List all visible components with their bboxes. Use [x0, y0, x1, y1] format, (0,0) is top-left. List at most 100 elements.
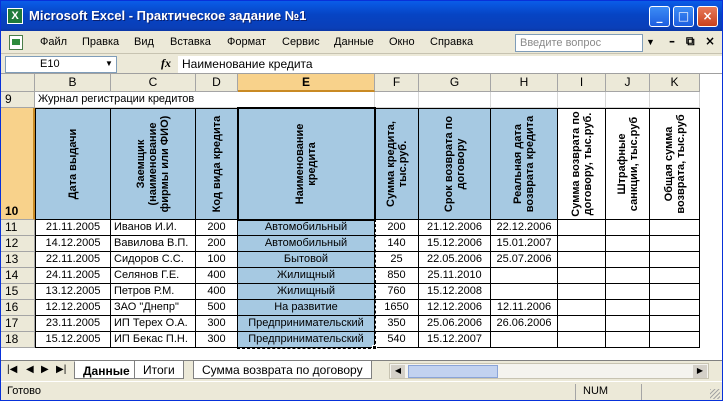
table-cell[interactable] — [606, 236, 650, 252]
column-header-c[interactable]: C — [111, 74, 196, 92]
table-cell[interactable]: 100 — [196, 252, 238, 268]
resize-grip-icon[interactable] — [710, 389, 720, 399]
row-header-14[interactable]: 14 — [1, 268, 35, 284]
column-header-h[interactable]: H — [491, 74, 558, 92]
table-cell[interactable] — [606, 332, 650, 348]
table-cell[interactable]: 12.12.2005 — [35, 300, 111, 316]
table-cell[interactable] — [606, 252, 650, 268]
title-bar[interactable]: X Microsoft Excel - Практическое задание… — [1, 1, 722, 31]
table-cell[interactable]: ИП Терех О.А. — [111, 316, 196, 332]
table-cell[interactable]: Вавилова В.П. — [111, 236, 196, 252]
table-cell[interactable]: 200 — [196, 236, 238, 252]
table-cell[interactable]: 200 — [196, 220, 238, 236]
empty-cell[interactable] — [375, 92, 419, 108]
first-sheet-icon[interactable]: |◀ — [7, 364, 17, 375]
menu-tools[interactable]: Сервис — [282, 36, 320, 48]
formula-input[interactable]: Наименование кредита — [178, 56, 722, 73]
column-title-b[interactable]: Дата выдачи — [35, 108, 111, 220]
table-cell[interactable] — [558, 252, 606, 268]
workbook-icon[interactable] — [9, 35, 23, 50]
row-header-12[interactable]: 12 — [1, 236, 35, 252]
table-cell[interactable]: Автомобильный — [238, 236, 375, 252]
row-header-13[interactable]: 13 — [1, 252, 35, 268]
table-cell[interactable]: 13.12.2005 — [35, 284, 111, 300]
scroll-right-icon[interactable]: ▶ — [693, 365, 707, 378]
row-header-9[interactable]: 9 — [1, 92, 35, 108]
row-header-18[interactable]: 18 — [1, 332, 35, 348]
column-title-f[interactable]: Сумма кредита, тыс.руб. — [375, 108, 419, 220]
fx-icon[interactable]: fx — [161, 56, 171, 71]
column-header-b[interactable]: B — [35, 74, 111, 92]
table-cell[interactable] — [650, 316, 700, 332]
table-cell[interactable] — [558, 220, 606, 236]
column-header-e[interactable]: E — [238, 74, 375, 92]
table-cell[interactable]: Предпринимательский — [238, 332, 375, 348]
next-sheet-icon[interactable]: ▶ — [41, 364, 49, 375]
column-title-e[interactable]: Наименование кредита — [238, 108, 375, 220]
table-cell[interactable]: 1650 — [375, 300, 419, 316]
table-cell[interactable] — [558, 316, 606, 332]
table-cell[interactable]: 540 — [375, 332, 419, 348]
row-header-16[interactable]: 16 — [1, 300, 35, 316]
table-cell[interactable]: 15.12.2008 — [419, 284, 491, 300]
table-cell[interactable] — [558, 300, 606, 316]
table-cell[interactable]: 200 — [375, 220, 419, 236]
table-cell[interactable]: 400 — [196, 268, 238, 284]
table-cell[interactable]: ИП Бекас П.Н. — [111, 332, 196, 348]
table-cell[interactable]: 21.12.2006 — [419, 220, 491, 236]
ask-dropdown-icon[interactable]: ▼ — [646, 37, 655, 47]
table-cell[interactable]: На развитие — [238, 300, 375, 316]
name-box[interactable]: E10 — [5, 56, 117, 73]
column-header-d[interactable]: D — [196, 74, 238, 92]
row-header-17[interactable]: 17 — [1, 316, 35, 332]
table-cell[interactable] — [650, 284, 700, 300]
row-header-11[interactable]: 11 — [1, 220, 35, 236]
table-cell[interactable]: Иванов И.И. — [111, 220, 196, 236]
column-header-k[interactable]: K — [650, 74, 700, 92]
table-cell[interactable]: Сидоров С.С. — [111, 252, 196, 268]
column-title-c[interactable]: Заемщик (наименование фирмы или ФИО) — [111, 108, 196, 220]
table-cell[interactable]: 15.12.2005 — [35, 332, 111, 348]
column-title-h[interactable]: Реальная дата возврата кредита — [491, 108, 558, 220]
table-cell[interactable]: Предпринимательский — [238, 316, 375, 332]
empty-cell[interactable] — [558, 92, 606, 108]
table-cell[interactable]: 15.01.2007 — [491, 236, 558, 252]
table-cell[interactable]: 140 — [375, 236, 419, 252]
horizontal-scrollbar[interactable]: ◀ ▶ — [389, 363, 709, 379]
minimize-icon[interactable]: _ — [649, 6, 670, 27]
scroll-left-icon[interactable]: ◀ — [391, 365, 405, 378]
menu-window[interactable]: Окно — [389, 36, 415, 48]
table-cell[interactable]: 300 — [196, 316, 238, 332]
table-cell[interactable] — [606, 284, 650, 300]
table-cell[interactable]: 25.06.2006 — [419, 316, 491, 332]
column-header-g[interactable]: G — [419, 74, 491, 92]
last-sheet-icon[interactable]: ▶| — [56, 364, 66, 375]
table-cell[interactable]: 25.07.2006 — [491, 252, 558, 268]
scroll-thumb[interactable] — [408, 365, 498, 378]
empty-cell[interactable] — [419, 92, 491, 108]
row-header-15[interactable]: 15 — [1, 284, 35, 300]
table-cell[interactable]: 23.11.2005 — [35, 316, 111, 332]
menu-format[interactable]: Формат — [227, 36, 266, 48]
table-cell[interactable]: 14.12.2005 — [35, 236, 111, 252]
menu-edit[interactable]: Правка — [82, 36, 119, 48]
name-box-dropdown-icon[interactable]: ▼ — [105, 59, 113, 68]
doc-minimize-icon[interactable]: – — [669, 34, 675, 48]
close-icon[interactable]: × — [697, 6, 718, 27]
table-cell[interactable] — [558, 332, 606, 348]
table-cell[interactable] — [650, 236, 700, 252]
column-header-j[interactable]: J — [606, 74, 650, 92]
maximize-icon[interactable]: □ — [673, 6, 694, 27]
table-cell[interactable] — [558, 284, 606, 300]
table-cell[interactable] — [606, 268, 650, 284]
menu-view[interactable]: Вид — [134, 36, 154, 48]
table-cell[interactable]: 12.11.2006 — [491, 300, 558, 316]
table-cell[interactable] — [606, 220, 650, 236]
column-title-j[interactable]: Штрафные санкции, тыс.руб — [606, 108, 650, 220]
table-cell[interactable] — [491, 268, 558, 284]
menu-data[interactable]: Данные — [334, 36, 374, 48]
table-cell[interactable]: Петров Р.М. — [111, 284, 196, 300]
table-cell[interactable] — [558, 268, 606, 284]
doc-restore-icon[interactable]: ⧉ — [686, 34, 695, 49]
table-cell[interactable] — [491, 332, 558, 348]
